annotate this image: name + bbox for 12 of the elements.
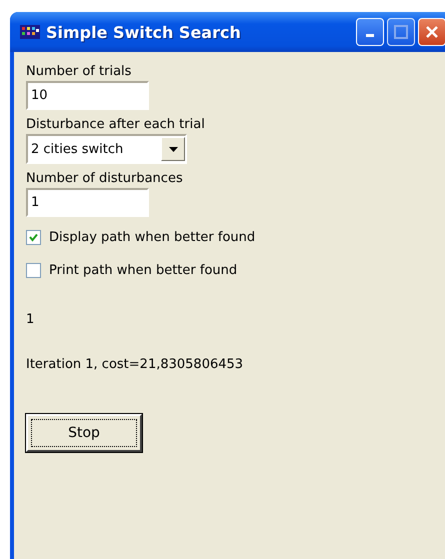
output-text: Iteration 1, cost=21,8305806453: [26, 357, 244, 372]
stop-button[interactable]: Stop: [26, 414, 142, 452]
dropdown[interactable]: 2 cities switch: [26, 134, 187, 164]
input-field[interactable]: 1: [26, 188, 149, 217]
checkbox-label: Print path when better found: [49, 263, 238, 278]
field-label: Number of disturbances: [26, 171, 183, 186]
field-label: Disturbance after each trial: [26, 117, 205, 132]
window-title: Simple Switch Search: [46, 22, 242, 42]
field-label: Number of trials: [26, 64, 132, 79]
checkbox-label: Display path when better found: [49, 230, 256, 245]
input-field[interactable]: 10: [26, 81, 149, 110]
output-text: 1: [26, 312, 34, 327]
